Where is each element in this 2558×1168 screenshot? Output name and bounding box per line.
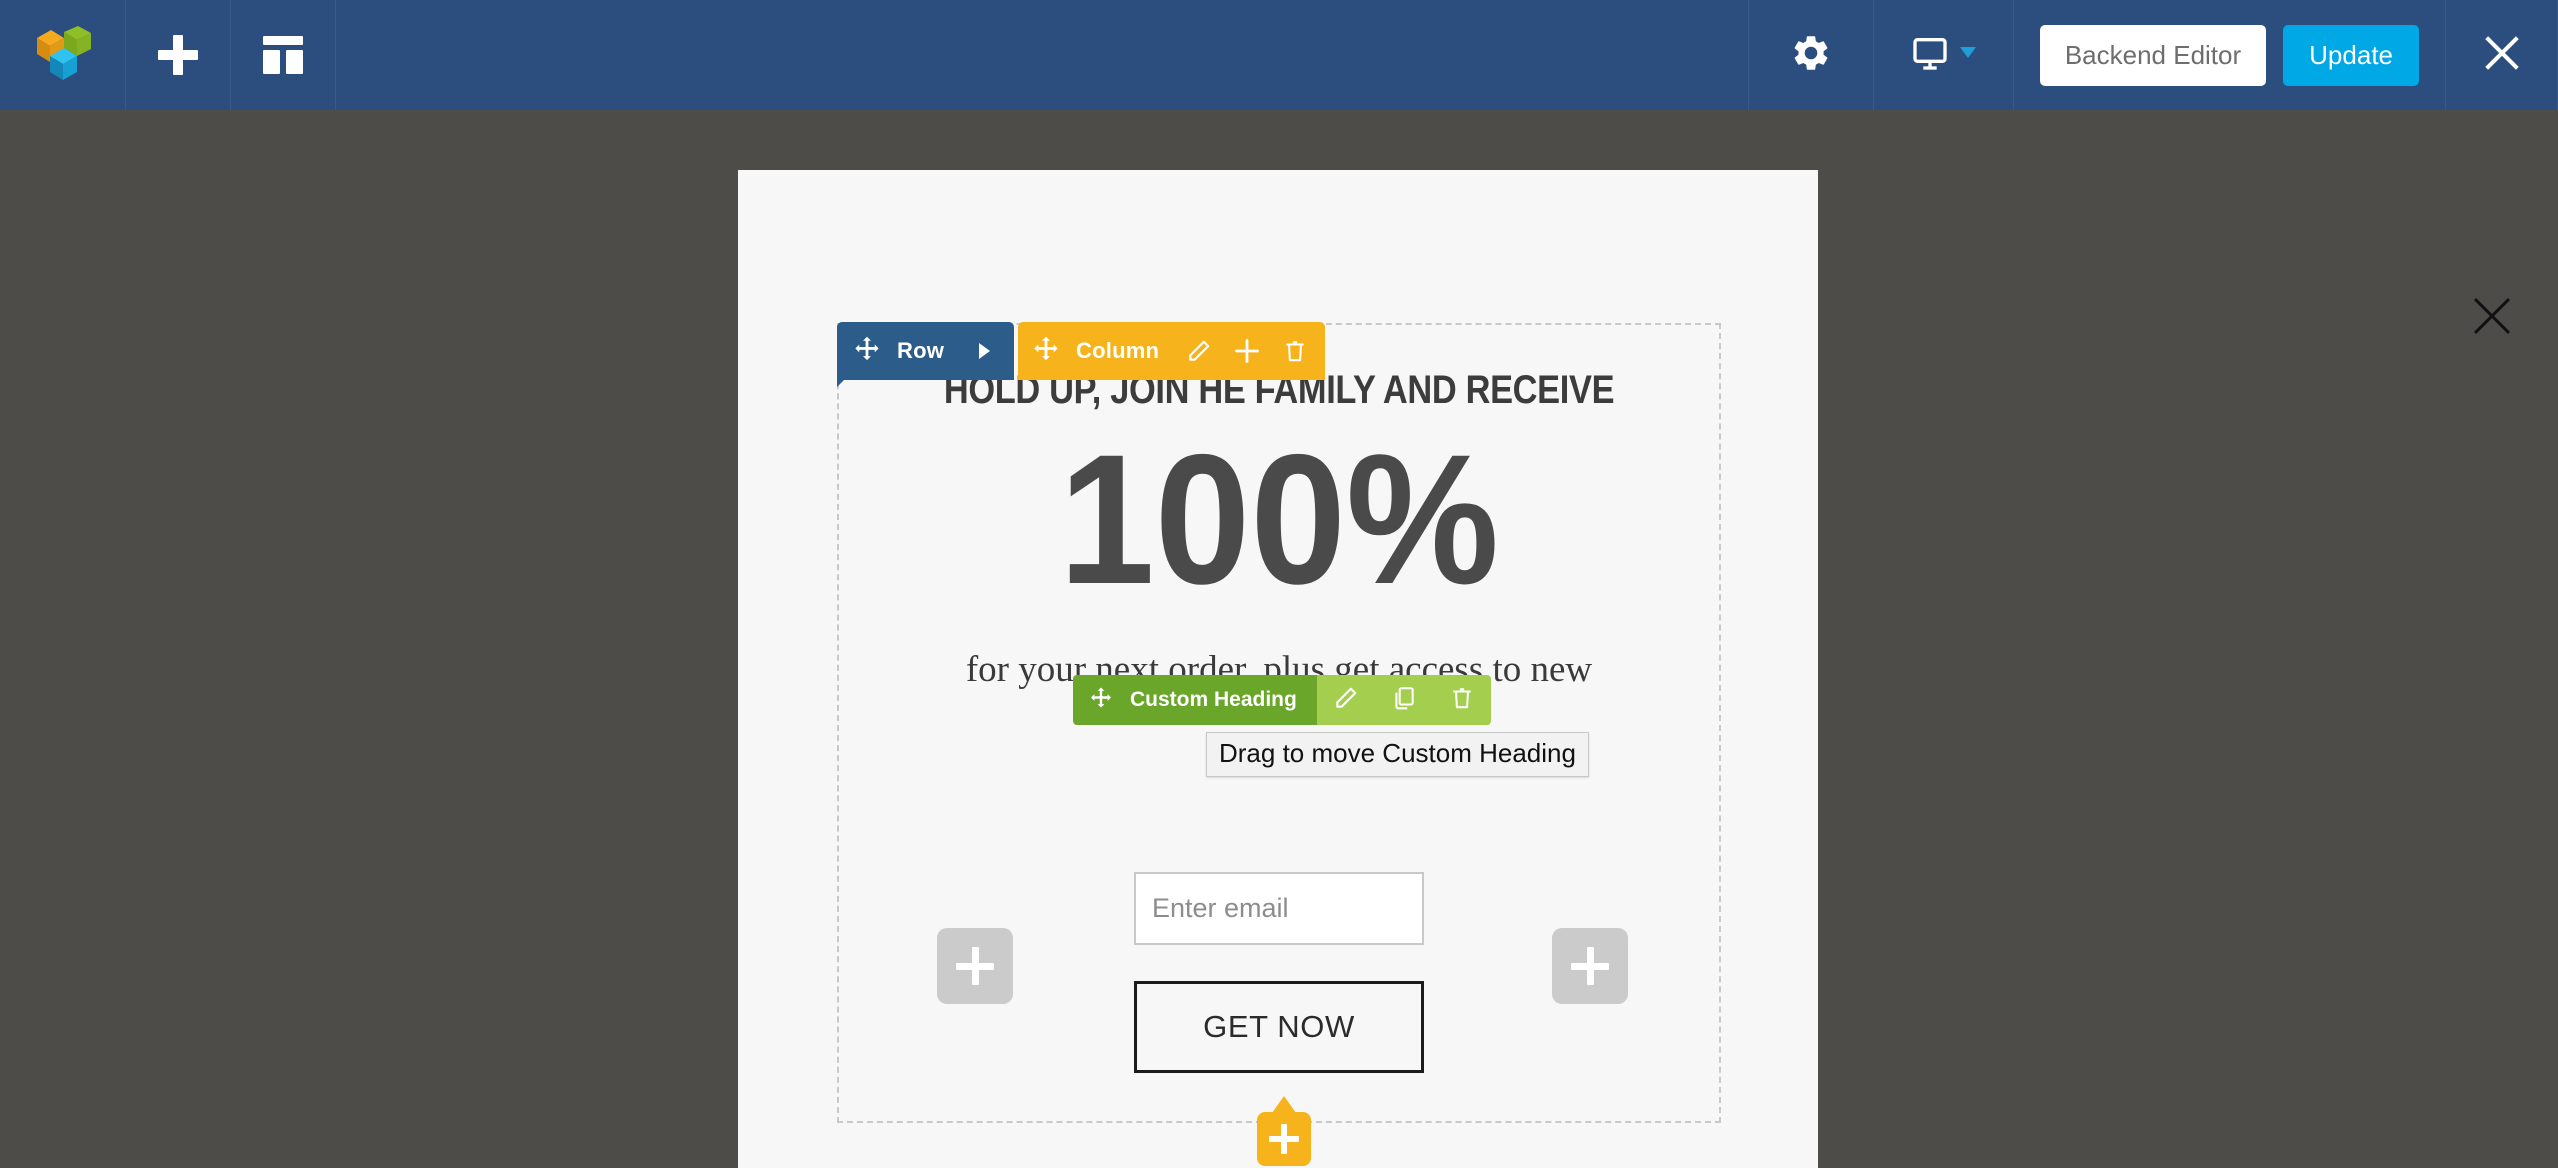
caret-right-icon: [977, 342, 991, 360]
row-control-label: Row: [897, 338, 945, 363]
pencil-icon: [1186, 338, 1212, 364]
editor-canvas: Row Column HOLD UP, JOIN HE FAMILY AND R…: [0, 110, 2558, 1168]
trash-icon: [1449, 685, 1475, 716]
plus-icon: [1233, 337, 1261, 365]
custom-heading-clone-button[interactable]: [1375, 675, 1433, 725]
email-input[interactable]: [1134, 872, 1424, 945]
close-x-icon: [2479, 30, 2525, 81]
plus-icon: [158, 35, 198, 75]
add-element-left-button[interactable]: [937, 928, 1013, 1004]
column-add-button[interactable]: [1223, 322, 1271, 380]
column-delete-button[interactable]: [1271, 322, 1319, 380]
custom-heading-delete-button[interactable]: [1433, 675, 1491, 725]
column-control-label: Column: [1076, 338, 1160, 363]
custom-heading-control: Custom Heading: [1073, 675, 1491, 725]
vc-top-toolbar: Backend Editor Update: [0, 0, 2558, 110]
pencil-icon: [1333, 685, 1359, 716]
row-column-controls: Row Column: [837, 322, 1326, 387]
custom-heading-edit-button[interactable]: [1317, 675, 1375, 725]
trash-icon: [1282, 338, 1308, 364]
toolbar-actions: Backend Editor Update: [2014, 0, 2446, 110]
column-edit-button[interactable]: [1175, 322, 1223, 380]
copy-icon: [1391, 685, 1417, 716]
responsive-preview-button[interactable]: [1874, 0, 2014, 110]
backend-editor-button[interactable]: Backend Editor: [2039, 24, 2267, 86]
custom-heading-drag-handle[interactable]: Custom Heading: [1073, 675, 1317, 725]
templates-grid-icon: [263, 36, 303, 74]
desktop-monitor-icon: [1910, 33, 1950, 78]
custom-heading-actions: [1316, 675, 1491, 725]
add-element-button[interactable]: [126, 0, 231, 110]
popup-close-button[interactable]: [2464, 288, 2520, 344]
row-control[interactable]: Row: [837, 322, 1015, 387]
wpbakery-cubes-logo-icon: [33, 26, 93, 84]
custom-heading-label: Custom Heading: [1130, 688, 1297, 711]
move-arrows-icon: [853, 335, 881, 368]
update-button[interactable]: Update: [2283, 24, 2419, 86]
move-arrows-icon: [1032, 335, 1060, 368]
close-editor-button[interactable]: [2446, 0, 2558, 110]
move-arrows-icon: [1089, 686, 1113, 715]
caret-down-icon: [1960, 46, 1977, 64]
drag-tooltip: Drag to move Custom Heading: [1206, 732, 1589, 777]
row-expand-button[interactable]: [960, 322, 1008, 380]
gear-icon: [1790, 32, 1832, 79]
templates-button[interactable]: [231, 0, 336, 110]
popup-discount-number: 100%: [1058, 417, 1500, 623]
get-now-button[interactable]: GET NOW: [1134, 981, 1424, 1073]
column-control[interactable]: Column: [1018, 322, 1326, 380]
add-element-right-button[interactable]: [1552, 928, 1628, 1004]
add-row-notch: [1272, 1096, 1296, 1113]
wpbakery-logo-button[interactable]: [0, 0, 126, 110]
add-row-button[interactable]: [1257, 1112, 1311, 1166]
settings-button[interactable]: [1747, 0, 1874, 110]
